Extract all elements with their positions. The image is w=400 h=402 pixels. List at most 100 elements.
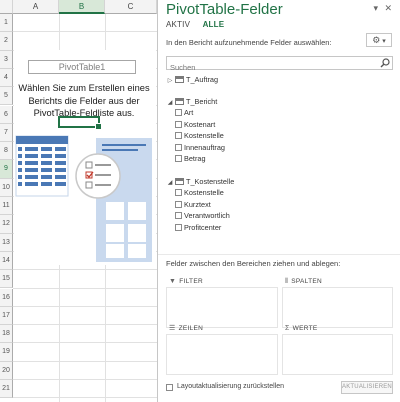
active-cell[interactable] xyxy=(58,116,102,130)
grid-line xyxy=(13,269,157,271)
field-checkbox[interactable] xyxy=(175,109,182,116)
columns-drop-zone[interactable] xyxy=(282,287,393,328)
row-header[interactable]: 20 xyxy=(0,361,13,380)
field-item[interactable]: Innenauftrag xyxy=(166,142,225,154)
table-name[interactable]: T_Bericht xyxy=(186,97,217,106)
row-header[interactable]: 19 xyxy=(0,343,13,362)
grid-line xyxy=(13,397,157,399)
grid-line xyxy=(13,305,157,307)
pane-options-dropdown-icon[interactable]: ▾ xyxy=(373,3,378,14)
pivot-table-name: PivotTable1 xyxy=(28,60,136,74)
search-input[interactable] xyxy=(167,61,367,74)
row-header[interactable]: 18 xyxy=(0,325,13,344)
field-label: Verantwortlich xyxy=(184,211,230,221)
table-icon xyxy=(175,98,184,105)
field-item[interactable]: Verantwortlich xyxy=(166,210,234,222)
field-checkbox[interactable] xyxy=(175,200,182,208)
column-header-c[interactable]: C xyxy=(105,0,157,14)
row-header[interactable]: 11 xyxy=(0,197,13,216)
field-checkbox[interactable] xyxy=(175,143,182,151)
field-item[interactable]: Kostenart xyxy=(166,119,225,131)
grid-line xyxy=(13,324,157,326)
pivot-illustration-icon xyxy=(15,135,152,262)
values-area[interactable]: Σ WERTE xyxy=(282,323,393,375)
filter-drop-zone[interactable] xyxy=(166,287,278,328)
column-header-a[interactable]: A xyxy=(13,0,59,14)
tools-button[interactable]: ⚙ ▾ xyxy=(366,33,392,47)
table-group-t-kostenstelle: ◢ T_Kostenstelle Kostenstelle Kurztext Ve… xyxy=(166,176,235,234)
row-header[interactable]: 17 xyxy=(0,306,13,326)
column-header-b[interactable]: B xyxy=(59,0,105,14)
pivottable-fields-pane: PivotTable-Felder ▾ ✕ AKTIV ALLE In den … xyxy=(157,0,400,402)
table-name[interactable]: T_Kostenstelle xyxy=(186,177,234,186)
pivot-instruction-text: Wählen Sie zum Erstellen eines Berichts … xyxy=(18,83,150,118)
row-header[interactable]: 15 xyxy=(0,270,13,289)
row-header[interactable]: 3 xyxy=(0,50,13,69)
field-checkbox[interactable] xyxy=(175,155,182,163)
field-checkbox[interactable] xyxy=(175,212,182,220)
values-drop-zone[interactable] xyxy=(282,334,393,375)
field-label: Kostenstelle xyxy=(184,188,224,197)
row-header[interactable]: 9 xyxy=(0,160,13,179)
row-header[interactable]: 4 xyxy=(0,68,13,88)
table-name[interactable]: T_Auftrag xyxy=(186,75,218,84)
pane-footer: Layoutaktualisierung zurückstellen AKTUA… xyxy=(158,378,400,402)
tab-alle[interactable]: ALLE xyxy=(203,20,225,29)
chevron-down-icon: ▾ xyxy=(380,38,386,45)
field-label: Betrag xyxy=(184,154,206,164)
table-group-t-bericht: ◢ T_Bericht Art Kostenart Kostenstelle In… xyxy=(166,96,225,165)
row-header[interactable]: 8 xyxy=(0,142,13,161)
filter-area[interactable]: ▼ FILTER xyxy=(166,276,278,328)
select-all-corner[interactable] xyxy=(0,0,13,14)
field-label: Art xyxy=(184,108,194,117)
rows-drop-zone[interactable] xyxy=(166,334,278,375)
grid-line xyxy=(13,287,157,289)
field-label: Innenauftrag xyxy=(184,142,225,152)
update-button[interactable]: AKTUALISIEREN xyxy=(341,381,393,394)
field-item[interactable]: Profitcenter xyxy=(166,222,234,234)
row-header[interactable]: 16 xyxy=(0,288,13,307)
row-header[interactable]: 13 xyxy=(0,233,13,252)
field-item[interactable]: Betrag xyxy=(166,153,225,165)
table-icon xyxy=(175,178,184,185)
field-item[interactable]: Kurztext xyxy=(166,199,234,211)
field-item[interactable]: Kostenstelle xyxy=(166,130,225,142)
row-header[interactable]: 12 xyxy=(0,215,13,234)
row-header[interactable]: 2 xyxy=(0,32,13,51)
field-checkbox[interactable] xyxy=(175,223,182,231)
field-item[interactable]: Kostenstelle xyxy=(166,187,234,199)
field-label: Kurztext xyxy=(184,199,211,209)
expand-icon[interactable]: ▷ xyxy=(166,76,174,87)
field-checkbox[interactable] xyxy=(175,189,182,196)
row-header[interactable]: 10 xyxy=(0,178,13,197)
search-icon[interactable] xyxy=(380,58,390,68)
field-list[interactable]: ▷ T_Auftrag ◢ T_Bericht Art Kostenart Kost… xyxy=(166,74,393,250)
row-header[interactable]: 6 xyxy=(0,105,13,124)
row-header[interactable]: 5 xyxy=(0,87,13,106)
fields-instruction: In den Bericht aufzunehmende Felder ausw… xyxy=(166,38,332,47)
pane-title: PivotTable-Felder xyxy=(166,1,283,18)
row-header[interactable]: 7 xyxy=(0,123,13,143)
row-header[interactable]: 1 xyxy=(0,14,13,33)
field-item[interactable]: Art xyxy=(166,107,225,119)
columns-area-label: SPALTEN xyxy=(291,278,323,285)
close-icon[interactable]: ✕ xyxy=(384,3,392,14)
row-header[interactable]: 21 xyxy=(0,380,13,399)
row-header[interactable]: 14 xyxy=(0,251,13,271)
columns-area[interactable]: ⫴ SPALTEN xyxy=(282,276,393,328)
defer-update-checkbox[interactable] xyxy=(166,384,173,391)
rows-area-label: ZEILEN xyxy=(178,325,204,332)
field-label: Kostenart xyxy=(184,119,216,129)
field-label: Kostenstelle xyxy=(184,131,224,141)
search-box[interactable] xyxy=(166,56,393,74)
grid-line xyxy=(13,379,157,380)
tab-aktiv[interactable]: AKTIV xyxy=(166,20,190,29)
rows-area[interactable]: ☰ ZEILEN xyxy=(166,323,278,375)
grid-line xyxy=(13,360,157,362)
field-checkbox[interactable] xyxy=(175,132,182,140)
grid-line xyxy=(13,31,157,33)
values-area-label: WERTE xyxy=(292,325,318,332)
worksheet[interactable]: A B C 1 2 3 4 5 6 7 8 9 10 11 12 13 14 15 16 17 18 19 20 21 … xyxy=(0,0,157,402)
table-group-t-auftrag: ▷ T_Auftrag xyxy=(166,74,218,85)
field-checkbox[interactable] xyxy=(175,120,182,128)
